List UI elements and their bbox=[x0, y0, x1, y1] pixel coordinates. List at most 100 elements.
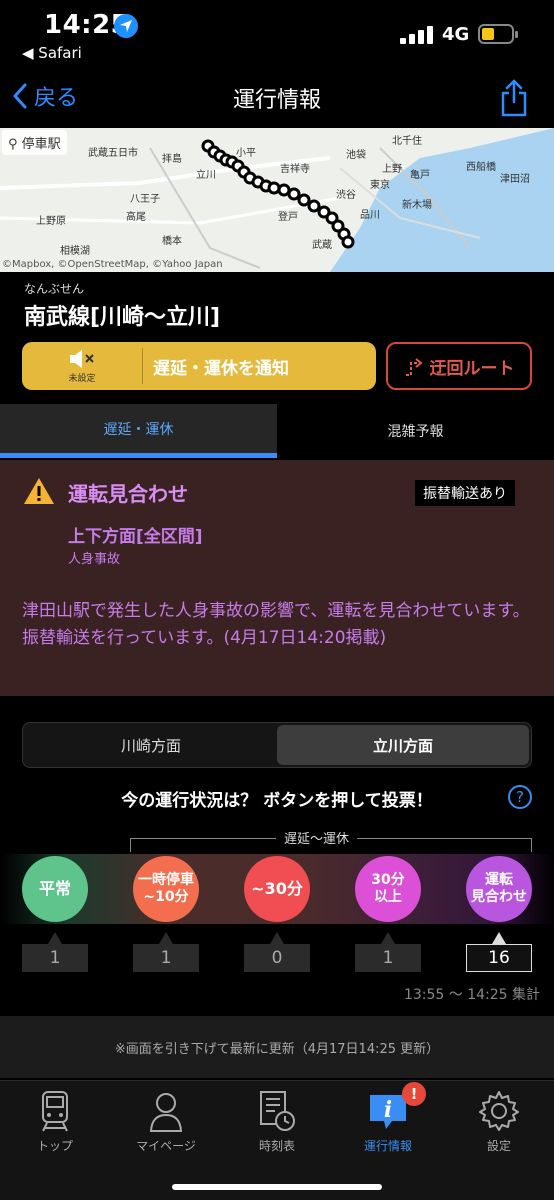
vote-30min-button[interactable]: ~30分 bbox=[244, 856, 310, 922]
alert-cause: 人身事故 bbox=[68, 552, 121, 567]
gear-icon bbox=[479, 1091, 519, 1131]
tabbar-label: 時刻表 bbox=[258, 1139, 295, 1153]
map-place: 渋谷 bbox=[336, 190, 356, 201]
signal-icon bbox=[400, 26, 434, 44]
timetable-icon bbox=[260, 1091, 295, 1131]
map-place: 池袋 bbox=[346, 150, 366, 161]
back-to-safari[interactable]: ◀ Safari bbox=[22, 44, 82, 62]
tabbar-label: マイページ bbox=[136, 1139, 196, 1153]
battery-icon bbox=[478, 24, 518, 44]
count-pointer bbox=[159, 932, 173, 944]
vote-count: 16 bbox=[466, 944, 532, 972]
tally-period: 13:55 〜 14:25 集計 bbox=[403, 987, 540, 1003]
tabbar-item-mypage[interactable]: マイページ bbox=[116, 1089, 216, 1154]
map-place: 北千住 bbox=[392, 136, 422, 147]
map-place: 亀戸 bbox=[410, 170, 430, 181]
vote-label: 30分 bbox=[371, 872, 405, 889]
vote-suspended-button[interactable]: 運転 見合わせ bbox=[466, 856, 532, 922]
info-tabs: 遅延・運休 混雑予報 bbox=[0, 404, 554, 458]
map-place: 武蔵五日市 bbox=[88, 148, 138, 159]
help-icon[interactable]: ? bbox=[508, 785, 532, 809]
tabbar-item-top[interactable]: トップ bbox=[5, 1089, 105, 1154]
vote-label: 一時停車 bbox=[138, 872, 194, 889]
map-place: 高尾 bbox=[126, 212, 146, 223]
tab-bar: トップ マイページ 時刻表 i 運行情報 設定 bbox=[0, 1080, 554, 1200]
segment-tachikawa[interactable]: 立川方面 bbox=[277, 725, 529, 765]
map-place: 品川 bbox=[360, 210, 380, 221]
detour-icon bbox=[405, 358, 423, 376]
location-arrow-icon bbox=[114, 14, 138, 38]
vote-label: 見合わせ bbox=[471, 889, 527, 905]
map-place: 津田沼 bbox=[500, 174, 530, 185]
alert-description: 津田山駅で発生した人身事故の影響で、運転を見合わせています。振替輸送を行っていま… bbox=[22, 601, 530, 649]
mute-status: 未設定 bbox=[68, 374, 96, 384]
detour-label: 迂回ルート bbox=[429, 358, 515, 379]
bracket-label: 遅延〜運休 bbox=[276, 828, 358, 847]
map-place: 上野原 bbox=[36, 216, 66, 227]
vote-label: 平常 bbox=[38, 879, 71, 899]
map-place: 小平 bbox=[236, 148, 256, 159]
map-place: 相模湖 bbox=[60, 246, 90, 257]
share-icon[interactable] bbox=[498, 78, 530, 118]
route-map[interactable]: ⚲ 停車駅 武蔵五日市 拝島 立川 八王子 高尾 上野原 相模湖 小平 吉祥寺 … bbox=[0, 128, 554, 272]
stations-toggle-label: 停車駅 bbox=[21, 137, 61, 152]
map-place: 上野 bbox=[382, 164, 402, 175]
map-place: 立川 bbox=[196, 170, 216, 181]
detour-route-button[interactable]: 迂回ルート bbox=[386, 342, 532, 390]
count-pointer bbox=[270, 932, 284, 944]
map-place: 拝島 bbox=[162, 154, 182, 165]
tab-crowd[interactable]: 混雑予報 bbox=[277, 404, 554, 458]
service-alert: 運転見合わせ 振替輸送あり 上下方面[全区間] 人身事故 津田山駅で発生した人身… bbox=[0, 460, 554, 696]
tab-delay[interactable]: 遅延・運休 bbox=[0, 404, 277, 458]
line-header: なんぶせん 南武線[川崎〜立川] bbox=[24, 280, 220, 331]
refresh-note: ※画面を引き下げて最新に更新（4月17日14:25 更新） bbox=[0, 1016, 554, 1078]
segment-kawasaki[interactable]: 川崎方面 bbox=[25, 725, 277, 765]
map-attribution: ©Mapbox, ©OpenStreetMap, ©Yahoo Japan bbox=[2, 259, 223, 270]
warning-icon bbox=[24, 478, 54, 504]
vote-count: 1 bbox=[355, 944, 421, 972]
vote-count: 1 bbox=[133, 944, 199, 972]
vote-label: 運転 bbox=[485, 872, 513, 889]
tabbar-item-settings[interactable]: 設定 bbox=[449, 1089, 549, 1154]
direction-segmented-control: 川崎方面 立川方面 bbox=[22, 722, 532, 768]
nav-bar: 戻る 運行情報 bbox=[0, 70, 554, 128]
tabbar-label: 運行情報 bbox=[363, 1139, 412, 1153]
line-name: 南武線[川崎〜立川] bbox=[24, 305, 221, 330]
vote-short-stop-button[interactable]: 一時停車 ~10分 bbox=[133, 856, 199, 922]
tabbar-label: トップ bbox=[36, 1139, 73, 1153]
notify-label: 遅延・運休を通知 bbox=[153, 358, 289, 379]
line-ruby: なんぶせん bbox=[24, 282, 85, 296]
map-place: 新木場 bbox=[402, 200, 432, 211]
route-stations bbox=[201, 139, 355, 249]
vote-label: ~30分 bbox=[251, 879, 303, 899]
map-place: 八王子 bbox=[130, 194, 160, 205]
vote-title: 今の運行状況は？ ボタンを押して投票！ bbox=[121, 791, 433, 811]
vote-over-30min-button[interactable]: 30分 以上 bbox=[355, 856, 421, 922]
vote-label: 以上 bbox=[373, 889, 402, 905]
notify-button[interactable]: 未設定 遅延・運休を通知 bbox=[22, 342, 376, 390]
vote-normal-button[interactable]: 平常 bbox=[22, 856, 88, 922]
transfer-badge: 振替輸送あり bbox=[415, 480, 515, 506]
train-icon bbox=[42, 1091, 68, 1132]
mute-toggle[interactable]: 未設定 bbox=[22, 342, 142, 390]
vote-label: ~10分 bbox=[143, 889, 189, 905]
home-indicator bbox=[172, 1184, 382, 1190]
status-bar: 14:25 ◀ Safari 4G bbox=[0, 0, 554, 70]
person-icon bbox=[149, 1093, 183, 1132]
map-place: 東京 bbox=[370, 180, 390, 191]
map-place: 西船橋 bbox=[466, 162, 496, 173]
tabbar-label: 設定 bbox=[486, 1139, 511, 1153]
stations-toggle[interactable]: ⚲ 停車駅 bbox=[2, 130, 67, 155]
count-pointer bbox=[492, 932, 506, 944]
page-title: 運行情報 bbox=[232, 88, 321, 113]
tabbar-item-timetable[interactable]: 時刻表 bbox=[227, 1089, 327, 1154]
svg-text:i: i bbox=[384, 1097, 392, 1123]
alert-status: 運転見合わせ bbox=[68, 482, 188, 506]
network-type: 4G bbox=[442, 24, 470, 45]
map-pin-icon: ⚲ bbox=[8, 137, 18, 152]
map-place: 橋本 bbox=[162, 236, 182, 247]
notification-badge: ! bbox=[402, 1082, 426, 1106]
alert-direction: 上下方面[全区間] bbox=[68, 527, 203, 547]
vote-count: 0 bbox=[244, 944, 310, 972]
count-pointer bbox=[381, 932, 395, 944]
